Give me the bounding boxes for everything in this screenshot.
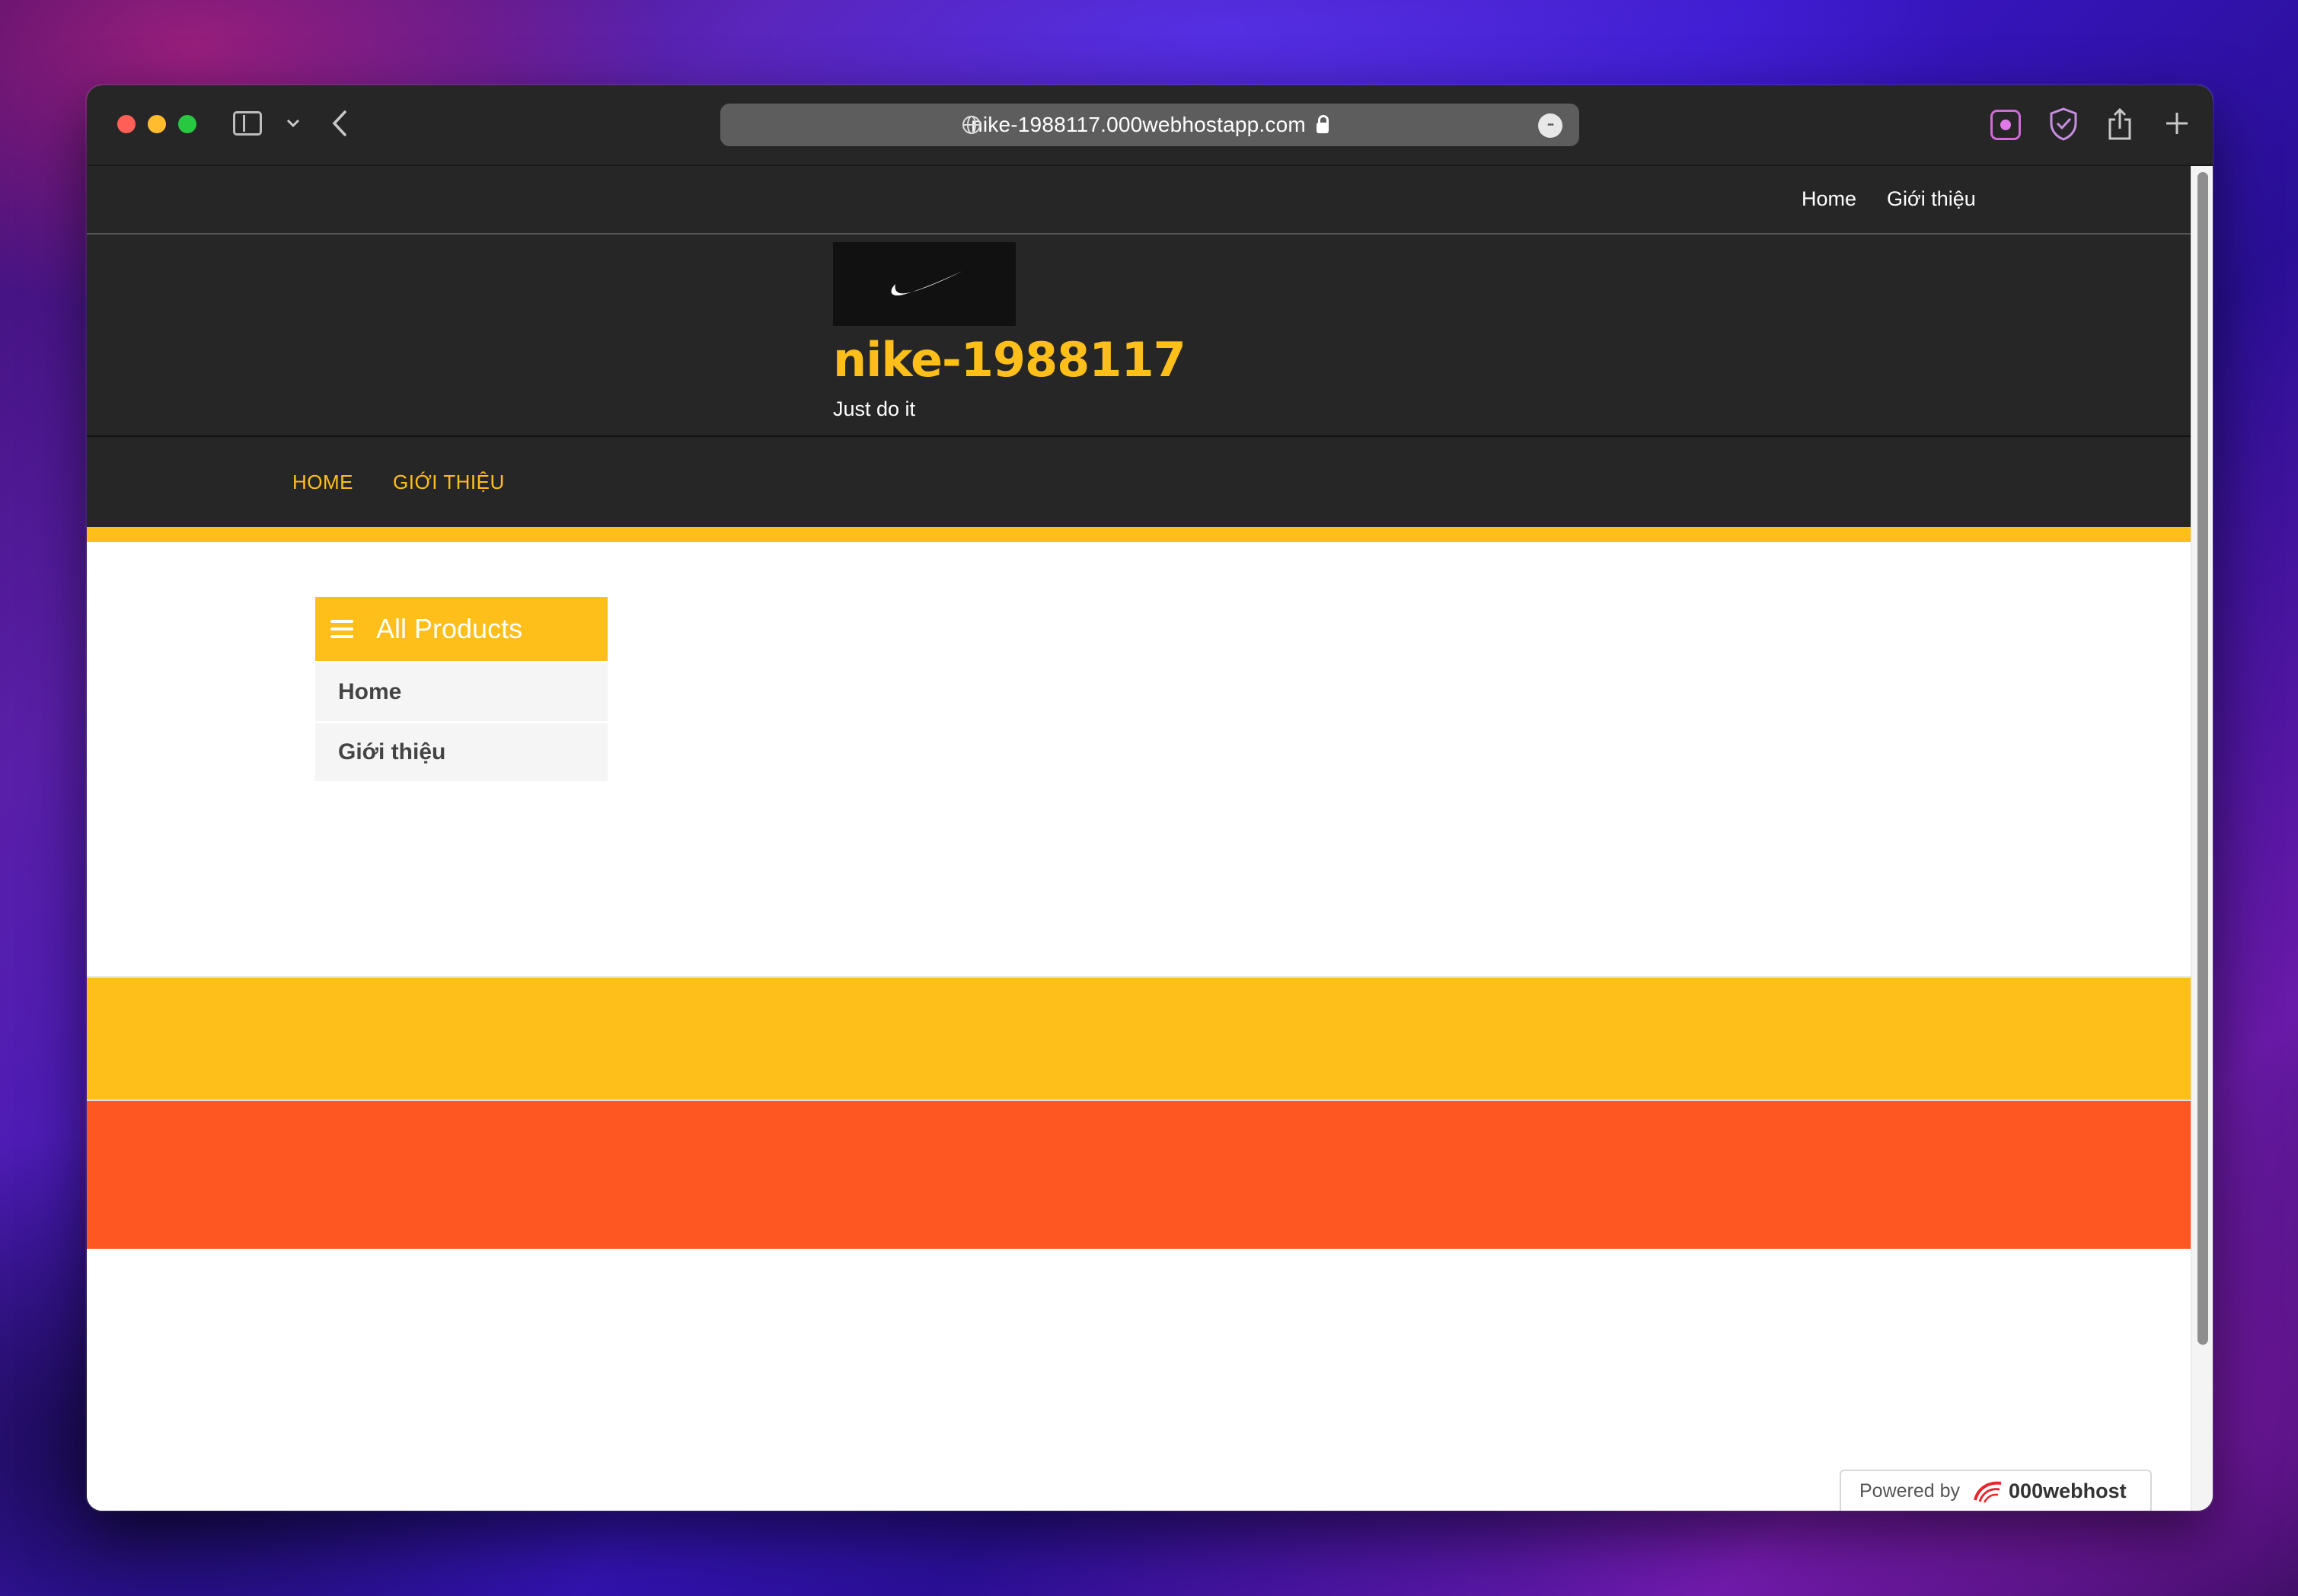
category-item-about[interactable]: Giới thiệu	[315, 721, 608, 781]
menu-icon	[330, 620, 353, 638]
site-title[interactable]: nike-1988117	[833, 332, 1186, 388]
webhost-name: 000webhost	[2009, 1479, 2127, 1502]
webhost-swirl-icon	[1974, 1481, 2002, 1503]
nike-logo[interactable]	[833, 242, 1016, 326]
site-header: nike-1988117 Just do it	[87, 235, 2191, 437]
powered-by-label: Powered by	[1859, 1479, 1961, 1502]
browser-window: nike-1988117.000webhostapp.com ••• Home …	[87, 85, 2213, 1511]
globe-icon	[961, 114, 982, 136]
top-navigation-bar: Home Giới thiệu	[87, 166, 2191, 235]
footer-lower-band	[87, 1100, 2191, 1249]
category-panel-header[interactable]: All Products	[315, 597, 608, 661]
main-nav-about-link[interactable]: GIỚI THIỆU	[393, 471, 505, 494]
zoom-window-button[interactable]	[178, 115, 196, 133]
category-item-home[interactable]: Home	[315, 661, 608, 721]
scrollbar-thumb[interactable]	[2197, 172, 2208, 1345]
close-window-button[interactable]	[117, 115, 136, 133]
web-page: Home Giới thiệu nike-1988117 Just do it …	[87, 166, 2191, 1511]
category-panel: All Products Home Giới thiệu	[315, 597, 608, 781]
browser-toolbar: nike-1988117.000webhostapp.com •••	[87, 85, 2213, 166]
webhost-logo: 000webhost	[1971, 1477, 2127, 1505]
record-extension-icon[interactable]	[1990, 110, 2021, 140]
category-panel-title: All Products	[376, 613, 523, 644]
back-button[interactable]	[324, 102, 355, 145]
chevron-down-icon[interactable]	[282, 108, 305, 139]
powered-by-badge[interactable]: Powered by 000webhost	[1840, 1470, 2152, 1511]
new-tab-icon[interactable]	[2158, 102, 2196, 145]
address-bar[interactable]: nike-1988117.000webhostapp.com •••	[720, 104, 1579, 146]
footer-upper-band	[87, 976, 2191, 1101]
accent-divider	[87, 527, 2191, 542]
share-icon[interactable]	[2105, 105, 2135, 143]
page-scrollbar[interactable]	[2191, 166, 2213, 1511]
url-text: nike-1988117.000webhostapp.com	[971, 113, 1306, 136]
top-nav-home-link[interactable]: Home	[1802, 187, 1856, 211]
page-menu-icon[interactable]: •••	[1538, 113, 1562, 138]
site-tagline: Just do it	[833, 397, 916, 420]
top-nav-about-link[interactable]: Giới thiệu	[1887, 187, 1976, 211]
main-nav-home-link[interactable]: HOME	[292, 471, 353, 494]
main-navigation-bar: HOME GIỚI THIỆU	[87, 437, 2191, 527]
shield-extension-icon[interactable]	[2047, 105, 2080, 143]
swoosh-icon	[891, 271, 962, 296]
minimize-window-button[interactable]	[148, 115, 166, 133]
lock-icon	[1316, 115, 1329, 133]
sidebar-toggle-icon[interactable]	[233, 111, 262, 136]
